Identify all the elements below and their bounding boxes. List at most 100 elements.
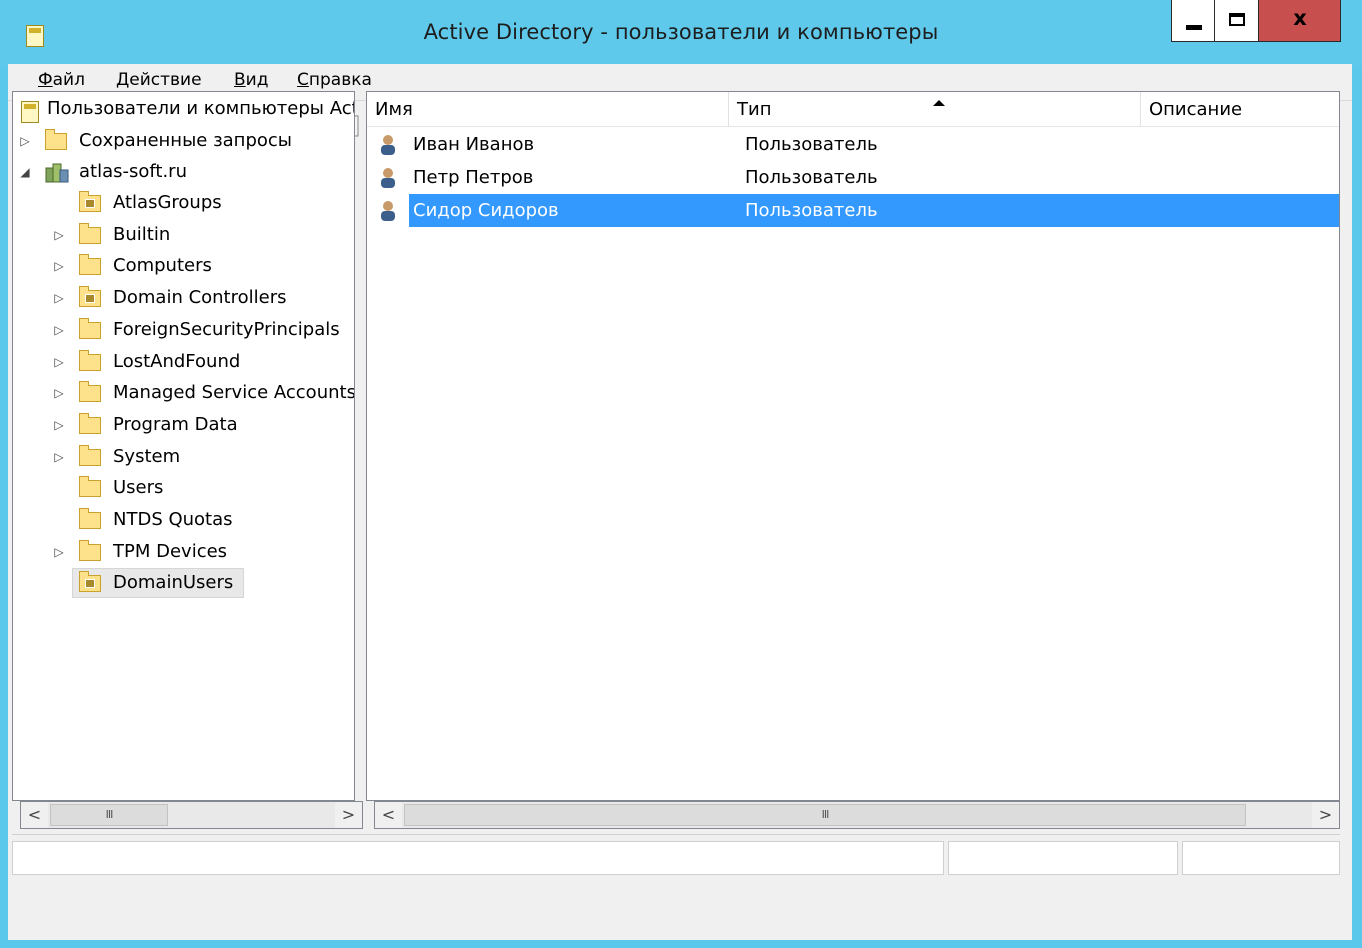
tree-label: atlas-soft.ru: [79, 161, 187, 182]
folder-icon: [79, 476, 101, 498]
tree-label: Program Data: [113, 413, 238, 435]
folder-icon: [79, 349, 101, 371]
tree-item-container[interactable]: ▷ TPM Devices: [13, 537, 354, 567]
tree-item-container[interactable]: DomainUsers: [13, 568, 354, 599]
column-header-description[interactable]: Описание: [1141, 92, 1339, 126]
tree-item-container[interactable]: ▷ Computers: [13, 251, 354, 281]
domain-icon: [45, 163, 69, 183]
expand-icon[interactable]: ▷: [53, 315, 65, 345]
tree-label: ForeignSecurityPrincipals: [113, 318, 340, 340]
folder-icon: [79, 254, 101, 276]
list-horizontal-scrollbar[interactable]: < III >: [374, 801, 1340, 829]
scroll-left-button[interactable]: <: [21, 802, 48, 828]
expand-icon[interactable]: ▷: [53, 251, 65, 281]
console-tree[interactable]: Пользователи и компьютеры Active Directo…: [12, 91, 355, 801]
tree-label: Пользователи и компьютеры Active Directo…: [47, 98, 354, 119]
tree-item-container[interactable]: NTDS Quotas: [13, 505, 354, 535]
tree-item-container[interactable]: ▷ Builtin: [13, 220, 354, 250]
tree-item-root[interactable]: Пользователи и компьютеры Active Directo…: [13, 94, 354, 124]
scroll-thumb[interactable]: III: [50, 804, 168, 826]
item-type: Пользователь: [745, 167, 878, 188]
expand-icon[interactable]: ▷: [19, 126, 31, 156]
tree-label: LostAndFound: [113, 350, 241, 372]
tree-item-container[interactable]: ▷ LostAndFound: [13, 347, 354, 377]
tree-item-container[interactable]: ▷ Program Data: [13, 410, 354, 440]
snapin-icon: [21, 101, 39, 123]
tree-label: Users: [113, 477, 164, 499]
tree-label: Computers: [113, 255, 212, 277]
status-panel-3: [1182, 841, 1340, 875]
scroll-thumb[interactable]: III: [404, 804, 1246, 826]
folder-icon: [79, 539, 101, 561]
item-name: Иван Иванов: [413, 134, 535, 155]
list-item[interactable]: Иван Иванов Пользователь: [367, 128, 1339, 161]
expand-icon[interactable]: ▷: [53, 347, 65, 377]
expand-icon[interactable]: ▷: [53, 220, 65, 250]
tree-label: DomainUsers: [113, 572, 234, 594]
status-bar: [12, 834, 1340, 877]
ou-folder-icon: [79, 571, 101, 593]
maximize-icon: [1229, 13, 1245, 26]
folder-icon: [79, 508, 101, 529]
close-button[interactable]: x: [1259, 0, 1341, 42]
tree-item-container[interactable]: AtlasGroups: [13, 188, 354, 218]
menu-view[interactable]: Вид: [234, 70, 268, 90]
tree-item-container[interactable]: ▷ Managed Service Accounts: [13, 378, 354, 408]
tree-label: TPM Devices: [113, 540, 228, 562]
tree-horizontal-scrollbar[interactable]: < III >: [20, 801, 363, 829]
tree-label: AtlasGroups: [113, 192, 222, 213]
list-item[interactable]: Петр Петров Пользователь: [367, 161, 1339, 194]
menu-file[interactable]: Файл: [38, 70, 85, 90]
ou-folder-icon: [79, 191, 101, 212]
ou-folder-icon: [79, 286, 101, 308]
tree-label: System: [113, 445, 181, 467]
scroll-right-button[interactable]: >: [1312, 802, 1339, 828]
user-icon: [381, 201, 395, 221]
title-bar[interactable]: Active Directory - пользователи и компью…: [0, 0, 1362, 68]
status-panel-main: [12, 841, 944, 875]
tree-item-container[interactable]: Users: [13, 473, 354, 503]
folder-icon: [79, 222, 101, 244]
minimize-icon: [1186, 25, 1202, 30]
folder-icon: [79, 412, 101, 434]
expand-icon[interactable]: ▷: [53, 537, 65, 567]
item-name: Петр Петров: [413, 167, 534, 188]
expand-icon[interactable]: ▷: [53, 283, 65, 313]
tree-label: Сохраненные запросы: [79, 130, 292, 151]
tree-label: Managed Service Accounts: [113, 382, 355, 404]
folder-icon: [79, 381, 101, 403]
menu-help[interactable]: Справка: [297, 70, 372, 90]
expand-icon[interactable]: ▷: [53, 442, 65, 472]
folder-icon: [45, 129, 67, 150]
details-list[interactable]: Имя Тип Описание Иван Иванов Пользователь…: [366, 91, 1340, 801]
list-item[interactable]: Сидор Сидоров Пользователь: [409, 194, 1339, 227]
tree-item-saved-queries[interactable]: ▷ Сохраненные запросы: [13, 126, 354, 156]
maximize-button[interactable]: [1215, 0, 1259, 42]
expand-icon[interactable]: ▷: [53, 378, 65, 408]
folder-icon: [79, 317, 101, 339]
window-title: Active Directory - пользователи и компью…: [423, 20, 939, 44]
folder-icon: [79, 444, 101, 466]
tree-item-container[interactable]: ▷ ForeignSecurityPrincipals: [13, 315, 354, 345]
tree-item-container[interactable]: ▷ Domain Controllers: [13, 283, 354, 313]
tree-label: Domain Controllers: [113, 287, 287, 309]
tree-label: NTDS Quotas: [113, 509, 233, 530]
item-type: Пользователь: [745, 200, 878, 221]
menu-action[interactable]: Действие: [116, 70, 202, 90]
item-type: Пользователь: [745, 134, 878, 155]
status-panel-2: [948, 841, 1178, 875]
column-header-type[interactable]: Тип: [729, 92, 1141, 126]
collapse-icon[interactable]: ◢: [19, 157, 31, 187]
minimize-button[interactable]: [1171, 0, 1215, 42]
expand-icon[interactable]: ▷: [53, 410, 65, 440]
scroll-left-button[interactable]: <: [375, 802, 402, 828]
user-icon: [381, 168, 395, 188]
scroll-right-button[interactable]: >: [335, 802, 362, 828]
item-name: Сидор Сидоров: [413, 200, 559, 221]
sort-ascending-icon: [933, 100, 945, 106]
close-icon: x: [1293, 6, 1307, 30]
tree-item-domain[interactable]: ◢ atlas-soft.ru: [13, 157, 354, 187]
tree-label: Builtin: [113, 223, 171, 245]
tree-item-container[interactable]: ▷ System: [13, 442, 354, 472]
column-header-name[interactable]: Имя: [367, 92, 729, 126]
